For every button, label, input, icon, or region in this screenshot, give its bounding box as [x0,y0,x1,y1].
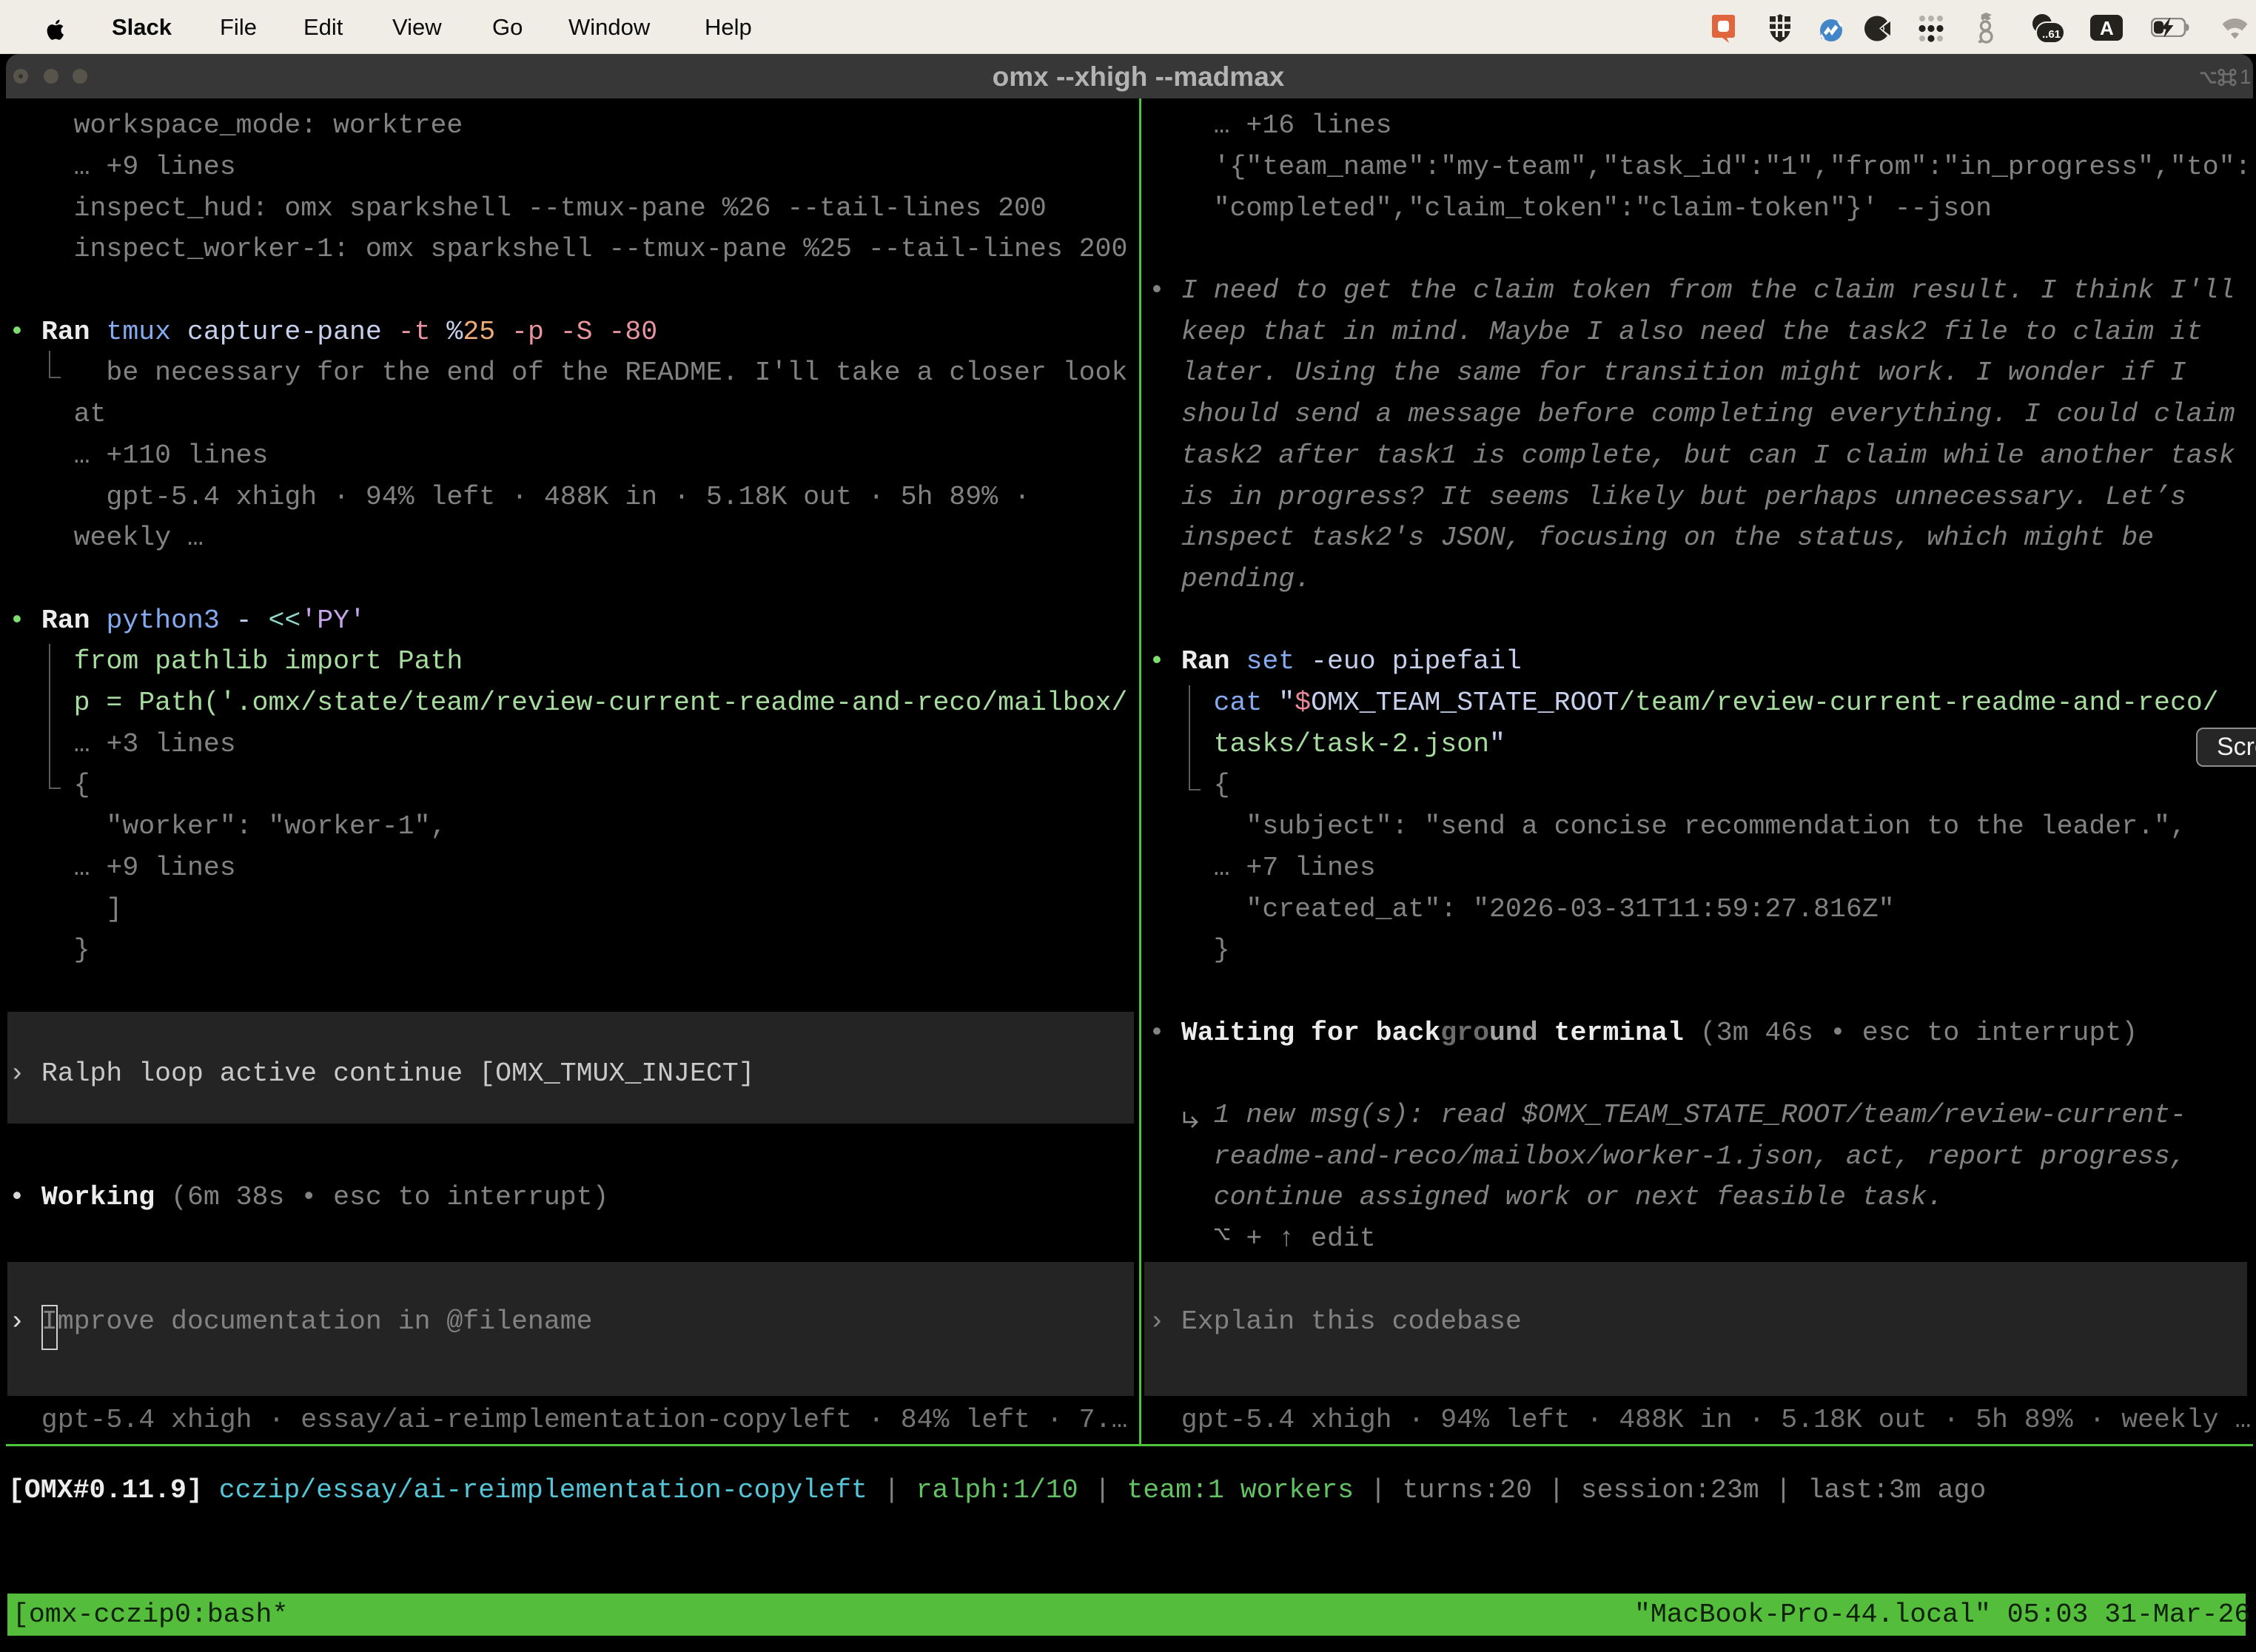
svg-text:..61: ..61 [2042,28,2061,41]
svg-text:A: A [2100,17,2114,39]
